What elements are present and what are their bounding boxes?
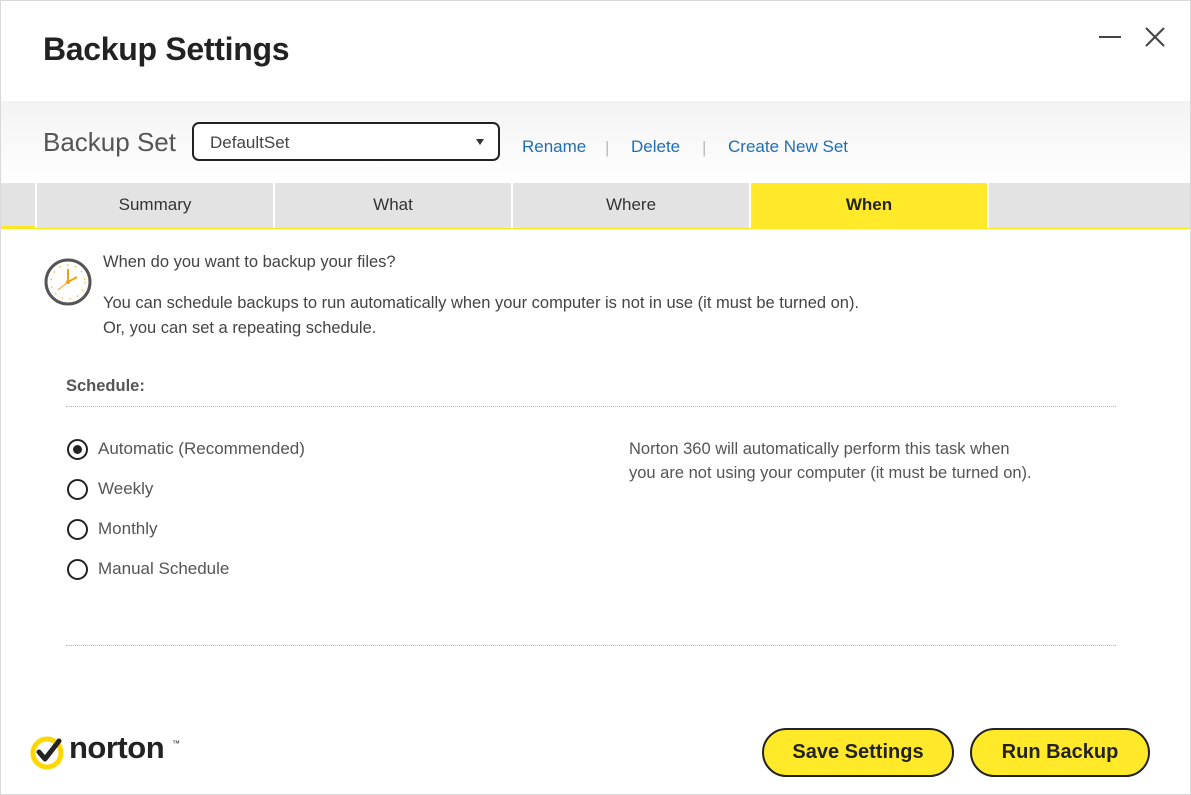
radio-label: Automatic (Recommended)	[98, 439, 305, 458]
tab-bar: Summary What Where When	[1, 183, 1190, 229]
radio-label: Weekly	[98, 479, 154, 498]
norton-check-icon	[30, 736, 64, 770]
backup-set-label: Backup Set	[43, 127, 176, 157]
norton-logo: norton ™	[29, 730, 189, 773]
minimize-icon	[1099, 36, 1121, 38]
when-description: You can schedule backups to run automati…	[103, 291, 859, 341]
tab-filler	[987, 183, 1190, 228]
minimize-button[interactable]	[1095, 23, 1125, 53]
backup-settings-window: Backup Settings Backup Set DefaultSet Re…	[0, 0, 1191, 795]
rename-link[interactable]: Rename	[522, 137, 586, 157]
backup-set-value: DefaultSet	[210, 133, 290, 152]
close-button[interactable]	[1140, 23, 1170, 53]
link-separator: |	[702, 138, 707, 157]
description-line-2: Or, you can set a repeating schedule.	[103, 319, 377, 337]
backup-set-bar	[1, 101, 1190, 183]
chevron-down-icon	[476, 139, 484, 145]
description-line-1: You can schedule backups to run automati…	[103, 294, 860, 312]
run-backup-button[interactable]: Run Backup	[970, 728, 1150, 777]
when-question: When do you want to backup your files?	[103, 253, 396, 271]
delete-link[interactable]: Delete	[631, 137, 680, 157]
trademark-symbol: ™	[172, 739, 180, 748]
brand-name: norton	[69, 730, 165, 765]
radio-button[interactable]	[67, 519, 88, 540]
backup-set-dropdown[interactable]: DefaultSet	[192, 122, 500, 161]
tab-when[interactable]: When	[749, 183, 987, 228]
radio-label: Monthly	[98, 519, 158, 538]
radio-label: Manual Schedule	[98, 559, 230, 578]
radio-button[interactable]	[67, 479, 88, 500]
tab-summary[interactable]: Summary	[35, 183, 273, 228]
radio-button-selected[interactable]	[67, 439, 88, 460]
radio-button[interactable]	[67, 559, 88, 580]
window-title: Backup Settings	[43, 31, 290, 67]
divider	[66, 645, 1116, 646]
divider	[66, 406, 1116, 407]
save-settings-button[interactable]: Save Settings	[762, 728, 954, 777]
tab-what[interactable]: What	[273, 183, 511, 228]
close-icon	[1145, 27, 1165, 47]
schedule-info-text: Norton 360 will automatically perform th…	[629, 440, 1032, 482]
link-separator: |	[605, 138, 610, 157]
tab-where[interactable]: Where	[511, 183, 749, 228]
create-new-set-link[interactable]: Create New Set	[728, 137, 848, 157]
schedule-label: Schedule:	[66, 377, 145, 395]
clock-icon	[44, 258, 92, 306]
